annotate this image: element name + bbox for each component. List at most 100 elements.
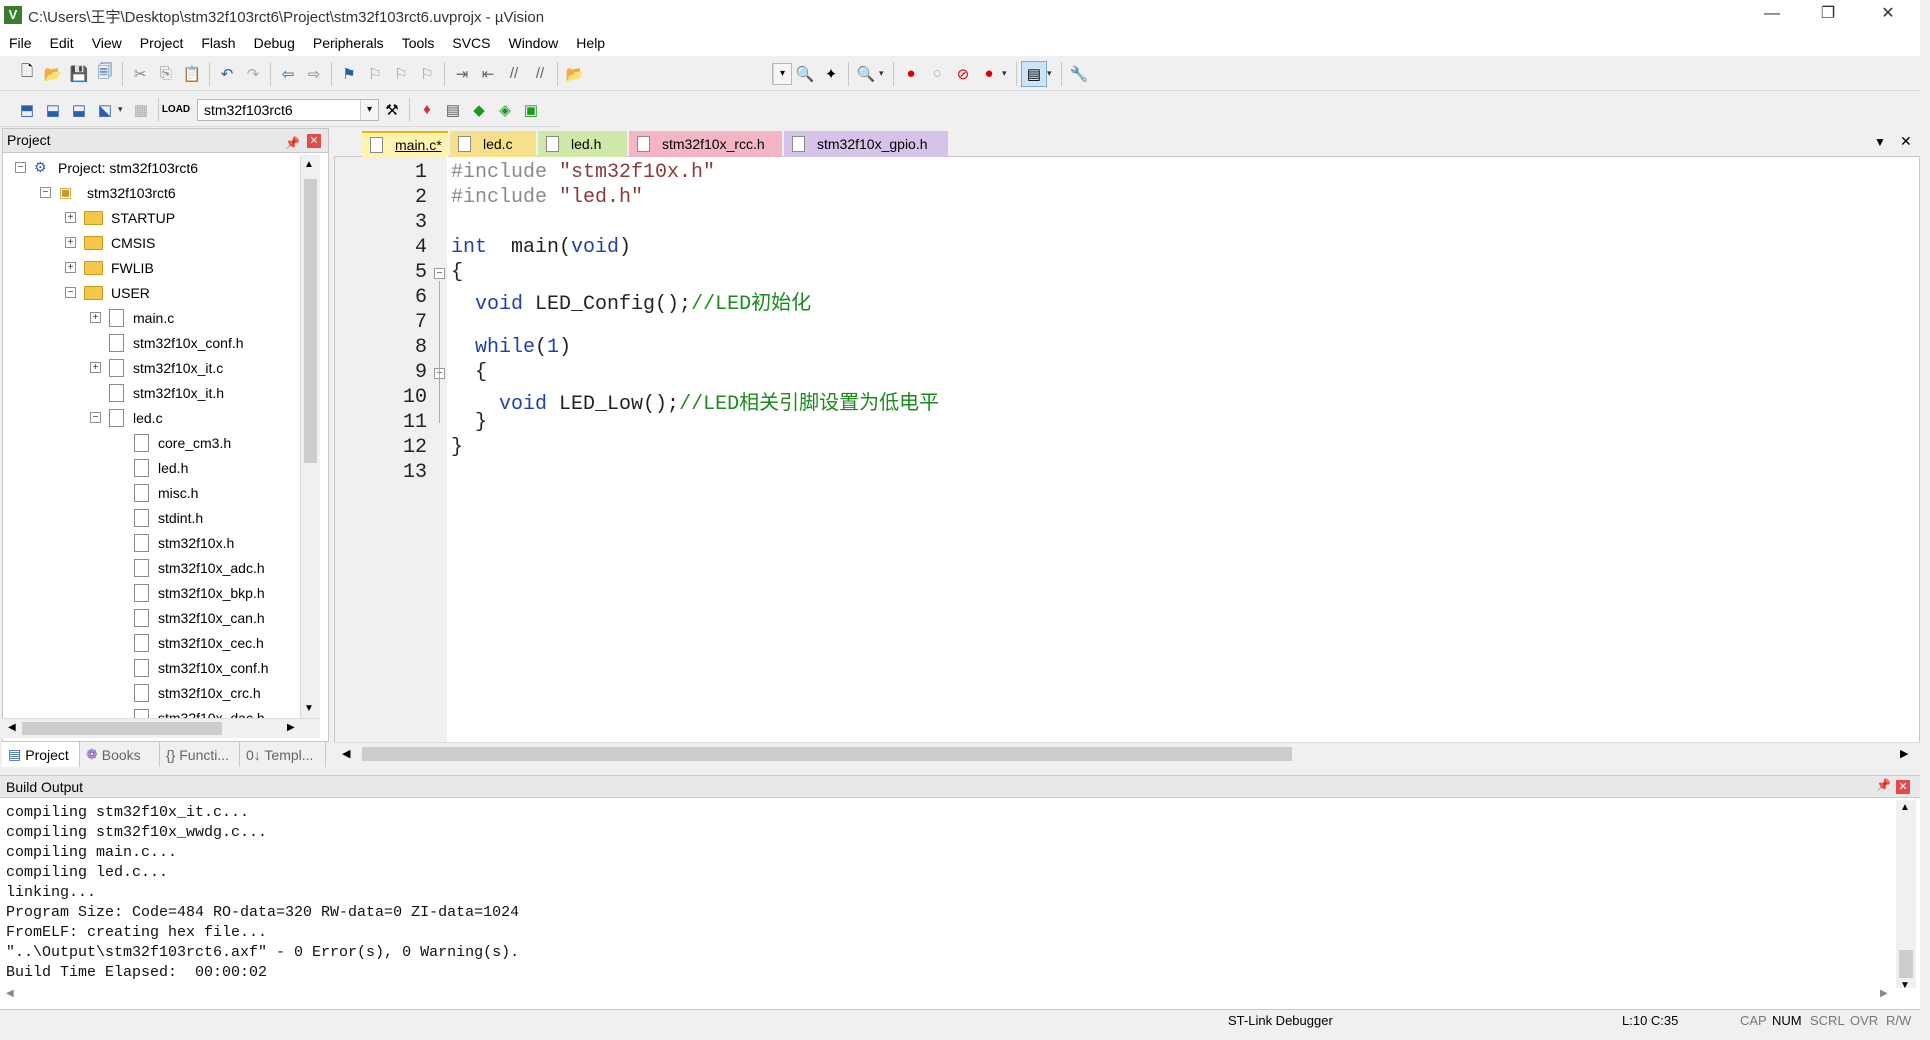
copy-icon[interactable]: ⎘ bbox=[153, 61, 179, 87]
editor-tab[interactable]: led.c bbox=[450, 131, 536, 157]
tab-project[interactable]: ▤ Project bbox=[2, 742, 80, 767]
tab-functions[interactable]: {} Functi... bbox=[160, 742, 240, 767]
nav-forward-icon[interactable]: ⇨ bbox=[301, 61, 327, 87]
rebuild-icon[interactable]: ⬓ bbox=[66, 97, 92, 123]
close-icon[interactable]: ✕ bbox=[1900, 133, 1912, 150]
tree-item[interactable]: − USER bbox=[65, 280, 150, 305]
close-icon[interactable]: ✕ bbox=[307, 134, 321, 148]
menu-help[interactable]: Help bbox=[567, 35, 614, 51]
build-output-scrollbar[interactable]: ▲ ▼ bbox=[1896, 800, 1916, 991]
tree-item[interactable]: misc.h bbox=[115, 480, 198, 505]
expand-icon[interactable]: + bbox=[65, 237, 76, 248]
translate-icon[interactable]: ⬒ bbox=[14, 97, 40, 123]
unindent-icon[interactable]: ⇤ bbox=[475, 61, 501, 87]
menu-file[interactable]: File bbox=[0, 35, 41, 51]
collapse-icon[interactable]: − bbox=[90, 412, 101, 423]
target-options-icon[interactable]: ⚒ bbox=[379, 97, 405, 123]
new-file-icon[interactable]: 🗋 bbox=[14, 61, 40, 87]
tree-item[interactable]: core_cm3.h bbox=[115, 430, 231, 455]
editor-horizontal-scrollbar[interactable]: ◀ ▶ bbox=[334, 742, 1920, 764]
undo-icon[interactable]: ↶ bbox=[214, 61, 240, 87]
pack-installer-icon[interactable]: ▣ bbox=[518, 97, 544, 123]
project-horizontal-scrollbar[interactable]: ◀ ▶ bbox=[2, 718, 320, 738]
scroll-thumb[interactable] bbox=[362, 747, 1292, 761]
find-icon[interactable]: 🔍 bbox=[792, 61, 818, 87]
scroll-down-icon[interactable]: ▼ bbox=[304, 703, 314, 714]
disable-all-breakpoints-icon[interactable]: ⊘ bbox=[950, 61, 976, 87]
scroll-right-icon[interactable]: ▶ bbox=[287, 722, 295, 733]
project-vertical-scrollbar[interactable]: ▲ ▼ bbox=[300, 155, 320, 718]
scroll-left-icon[interactable]: ◀ bbox=[8, 722, 16, 733]
tab-list-dropdown-icon[interactable]: ▼ bbox=[1874, 135, 1886, 149]
tree-item[interactable]: + stm32f10x_it.c bbox=[90, 355, 223, 380]
chevron-down-icon[interactable]: ▾ bbox=[118, 104, 128, 115]
redo-icon[interactable]: ↷ bbox=[240, 61, 266, 87]
incremental-find-icon[interactable]: ✦ bbox=[818, 61, 844, 87]
tree-item[interactable]: + CMSIS bbox=[65, 230, 155, 255]
target-select[interactable]: stm32f103rct6 ▾ bbox=[197, 98, 379, 121]
menu-peripherals[interactable]: Peripherals bbox=[304, 35, 393, 51]
fold-icon[interactable]: − bbox=[434, 268, 445, 279]
tree-item[interactable]: stm32f10x.h bbox=[115, 530, 234, 555]
scroll-up-icon[interactable]: ▲ bbox=[304, 159, 314, 170]
save-icon[interactable]: 💾 bbox=[66, 61, 92, 87]
pin-icon[interactable]: 📌 bbox=[285, 132, 300, 155]
batch-build-icon[interactable]: ⬕ bbox=[92, 97, 118, 123]
collapse-icon[interactable]: − bbox=[65, 287, 76, 298]
comment-icon[interactable]: // bbox=[501, 61, 527, 87]
kill-breakpoints-icon[interactable]: ● bbox=[976, 61, 1002, 87]
tree-item[interactable]: stdint.h bbox=[115, 505, 203, 530]
tree-item[interactable]: stm32f10x_conf.h bbox=[90, 330, 244, 355]
minimize-button[interactable]: — bbox=[1744, 0, 1800, 30]
run-time-env-icon[interactable]: ◈ bbox=[492, 97, 518, 123]
menu-window[interactable]: Window bbox=[500, 35, 568, 51]
prev-bookmark-icon[interactable]: ⚐ bbox=[362, 61, 388, 87]
scroll-thumb[interactable] bbox=[304, 179, 317, 463]
editor-tab[interactable]: led.h bbox=[538, 131, 627, 157]
menu-flash[interactable]: Flash bbox=[192, 35, 244, 51]
scroll-left-icon[interactable]: ◀ bbox=[6, 988, 14, 999]
tree-item[interactable]: − ⚙ Project: stm32f103rct6 bbox=[15, 155, 198, 180]
select-packs-icon[interactable]: ◆ bbox=[466, 97, 492, 123]
chevron-down-icon[interactable]: ▾ bbox=[879, 68, 889, 79]
scroll-right-icon[interactable]: ▶ bbox=[1900, 747, 1908, 760]
menu-view[interactable]: View bbox=[83, 35, 131, 51]
manage-components-icon[interactable]: ♦ bbox=[414, 97, 440, 123]
menu-debug[interactable]: Debug bbox=[245, 35, 304, 51]
menu-edit[interactable]: Edit bbox=[41, 35, 83, 51]
editor-tab[interactable]: stm32f10x_gpio.h bbox=[784, 131, 948, 157]
scroll-right-icon[interactable]: ▶ bbox=[1880, 988, 1888, 999]
paste-icon[interactable]: 📋 bbox=[179, 61, 205, 87]
collapse-icon[interactable]: − bbox=[40, 187, 51, 198]
save-all-icon[interactable]: 🗐 bbox=[92, 61, 118, 87]
open-file-icon[interactable]: 📂 bbox=[40, 61, 66, 87]
tab-templates[interactable]: 0↓ Templ... bbox=[240, 742, 326, 767]
tree-item[interactable]: stm32f10x_cec.h bbox=[115, 630, 264, 655]
tree-item[interactable]: stm32f10x_it.h bbox=[90, 380, 224, 405]
editor-tab[interactable]: stm32f10x_rcc.h bbox=[629, 131, 782, 157]
editor-tab[interactable]: main.c* bbox=[362, 131, 448, 157]
pin-icon[interactable]: 📌 bbox=[1876, 778, 1891, 792]
find-in-files-icon[interactable]: 📂 bbox=[562, 61, 588, 87]
next-bookmark-icon[interactable]: ⚐ bbox=[388, 61, 414, 87]
collapse-icon[interactable]: − bbox=[15, 162, 26, 173]
tree-item[interactable]: + FWLIB bbox=[65, 255, 154, 280]
nav-back-icon[interactable]: ⇦ bbox=[275, 61, 301, 87]
expand-icon[interactable]: + bbox=[65, 212, 76, 223]
expand-icon[interactable]: + bbox=[90, 312, 101, 323]
scroll-down-icon[interactable]: ▼ bbox=[1900, 980, 1910, 991]
disable-breakpoint-icon[interactable]: ○ bbox=[924, 61, 950, 87]
find-combo[interactable]: ▾ bbox=[772, 62, 792, 85]
chevron-down-icon[interactable]: ▾ bbox=[1002, 68, 1012, 79]
scroll-up-icon[interactable]: ▲ bbox=[1900, 802, 1910, 813]
close-button[interactable]: ✕ bbox=[1860, 0, 1916, 30]
bookmark-icon[interactable]: ⚑ bbox=[336, 61, 362, 87]
scroll-left-icon[interactable]: ◀ bbox=[342, 747, 350, 760]
menu-svcs[interactable]: SVCS bbox=[443, 35, 499, 51]
build-icon[interactable]: ⬓ bbox=[40, 97, 66, 123]
file-extensions-icon[interactable]: ▤ bbox=[440, 97, 466, 123]
chevron-down-icon[interactable]: ▾ bbox=[1047, 68, 1057, 79]
tree-item[interactable]: − ▣ stm32f103rct6 bbox=[40, 180, 176, 205]
tree-item[interactable]: stm32f10x_adc.h bbox=[115, 555, 265, 580]
menu-project[interactable]: Project bbox=[131, 35, 193, 51]
